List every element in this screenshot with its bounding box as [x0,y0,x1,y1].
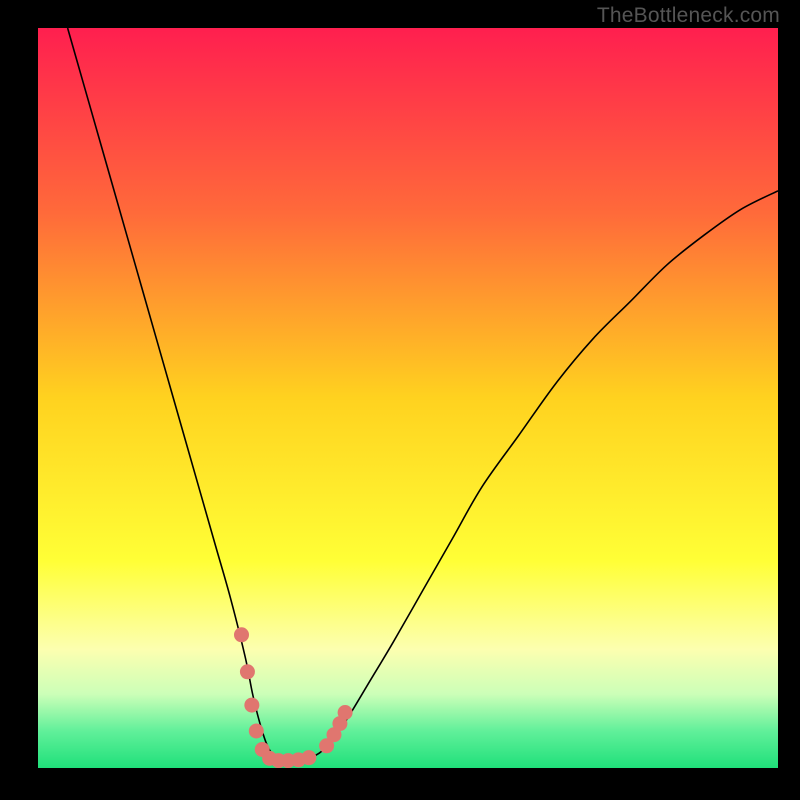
highlight-dot [301,750,316,765]
gradient-background [38,28,778,768]
highlight-dot [240,664,255,679]
highlight-dot [244,698,259,713]
highlight-dot [249,724,264,739]
highlight-dot [234,627,249,642]
attribution-text: TheBottleneck.com [597,4,780,28]
chart-svg [38,28,778,768]
chart-frame: TheBottleneck.com [0,0,800,800]
highlight-dot [338,705,353,720]
plot-area [38,28,778,768]
